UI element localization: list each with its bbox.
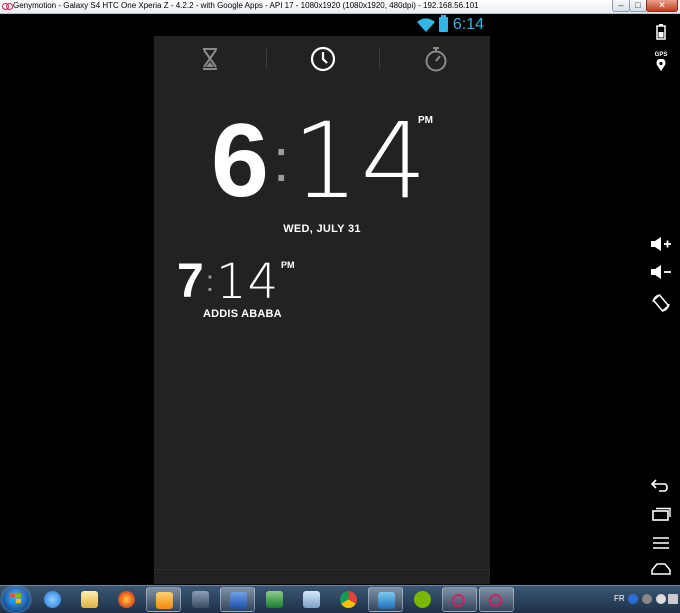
taskbar-lync[interactable] (368, 587, 403, 612)
wifi-icon (417, 18, 435, 32)
world-clock-ampm: PM (281, 260, 295, 270)
battery-icon (439, 15, 448, 32)
back-icon (651, 479, 668, 492)
bottom-action-bar (154, 569, 490, 584)
recent-apps-button[interactable] (642, 507, 680, 521)
battery-icon (656, 24, 666, 40)
taskbar-explorer[interactable] (72, 587, 107, 612)
menu-button[interactable] (642, 536, 680, 550)
taskbar-outlook[interactable] (146, 587, 181, 612)
help-icon[interactable] (628, 594, 638, 604)
taskbar-chrome[interactable] (331, 587, 366, 612)
battery-button[interactable] (642, 24, 680, 40)
clock-separator: : (272, 127, 290, 194)
tab-timer[interactable] (154, 36, 266, 82)
world-clock[interactable]: 7:14 (177, 254, 280, 310)
main-clock: 6:14 (211, 106, 429, 216)
emulator-sidebar: GPS (642, 14, 680, 584)
clock-ampm: PM (418, 115, 433, 126)
genymotion-icon (452, 594, 465, 607)
window-title: Genymotion - Galaxy S4 HTC One Xperia Z … (13, 1, 479, 10)
hourglass-icon (203, 48, 217, 70)
recent-apps-icon (652, 507, 671, 521)
outlook-icon (156, 592, 173, 609)
lync-icon (378, 592, 395, 609)
genymotion-icon (489, 594, 502, 607)
world-clock-minutes: 14 (216, 254, 280, 310)
world-clock-hour: 7 (177, 255, 204, 308)
tray-language[interactable]: FR (614, 594, 625, 603)
ie-icon (44, 591, 61, 608)
taskbar-app[interactable] (294, 587, 329, 612)
home-button[interactable] (642, 563, 680, 575)
excel-icon (266, 591, 283, 608)
world-clock-separator: : (205, 265, 215, 298)
taskbar-genymotion[interactable] (479, 587, 514, 612)
status-bar: 6:14 (154, 14, 490, 36)
network-icon[interactable] (668, 594, 678, 604)
gps-button[interactable]: GPS (642, 52, 680, 71)
volume-down-button[interactable] (642, 264, 680, 280)
taskbar-word[interactable] (220, 587, 255, 612)
volume-up-button[interactable] (642, 236, 680, 252)
clock-hour: 6 (211, 103, 269, 219)
genymotion-logo-icon (2, 2, 13, 10)
spotify-icon (414, 591, 431, 608)
app-icon (192, 591, 209, 608)
clock-tabs (154, 36, 490, 82)
taskbar-excel[interactable] (257, 587, 292, 612)
device-screen[interactable]: 6:14 6:14 PM WED, JULY 31 7:14 PM ADDIS… (154, 14, 490, 584)
explorer-icon (81, 591, 98, 608)
taskbar-ie[interactable] (35, 587, 70, 612)
taskbar-genymotion[interactable] (442, 587, 477, 612)
firefox-icon (118, 591, 135, 608)
back-button[interactable] (642, 478, 680, 492)
rotate-button[interactable] (642, 293, 680, 313)
taskbar: FR (0, 585, 680, 613)
rotate-icon (652, 294, 670, 312)
taskbar-app[interactable] (183, 587, 218, 612)
gps-icon (656, 59, 666, 71)
status-time: 6:14 (452, 16, 484, 33)
tab-clock[interactable] (267, 36, 379, 82)
system-tray: FR (608, 586, 680, 613)
windows-flag-icon (10, 594, 22, 605)
tab-stopwatch[interactable] (380, 36, 490, 82)
chrome-icon (340, 591, 357, 608)
word-icon (230, 592, 247, 609)
volume-icon[interactable] (656, 594, 666, 604)
app-icon (303, 591, 320, 608)
stopwatch-icon (425, 47, 447, 72)
taskbar-spotify[interactable] (405, 587, 440, 612)
start-button[interactable] (2, 587, 30, 612)
close-button[interactable]: ✕ (646, 0, 678, 12)
gps-label: GPS (654, 52, 668, 58)
maximize-button[interactable]: □ (629, 0, 647, 12)
menu-icon (653, 537, 669, 549)
volume-down-icon (651, 265, 671, 279)
clock-minutes: 14 (292, 100, 429, 222)
tray-icon[interactable] (642, 594, 652, 604)
volume-up-icon (651, 237, 671, 251)
home-icon (651, 563, 671, 575)
taskbar-firefox[interactable] (109, 587, 144, 612)
clock-icon (310, 46, 336, 72)
window-title-bar: Genymotion - Galaxy S4 HTC One Xperia Z … (0, 0, 680, 14)
clock-date: WED, JULY 31 (283, 223, 361, 235)
world-clock-city: ADDIS ABABA (203, 308, 282, 320)
minimize-button[interactable]: – (612, 0, 630, 12)
